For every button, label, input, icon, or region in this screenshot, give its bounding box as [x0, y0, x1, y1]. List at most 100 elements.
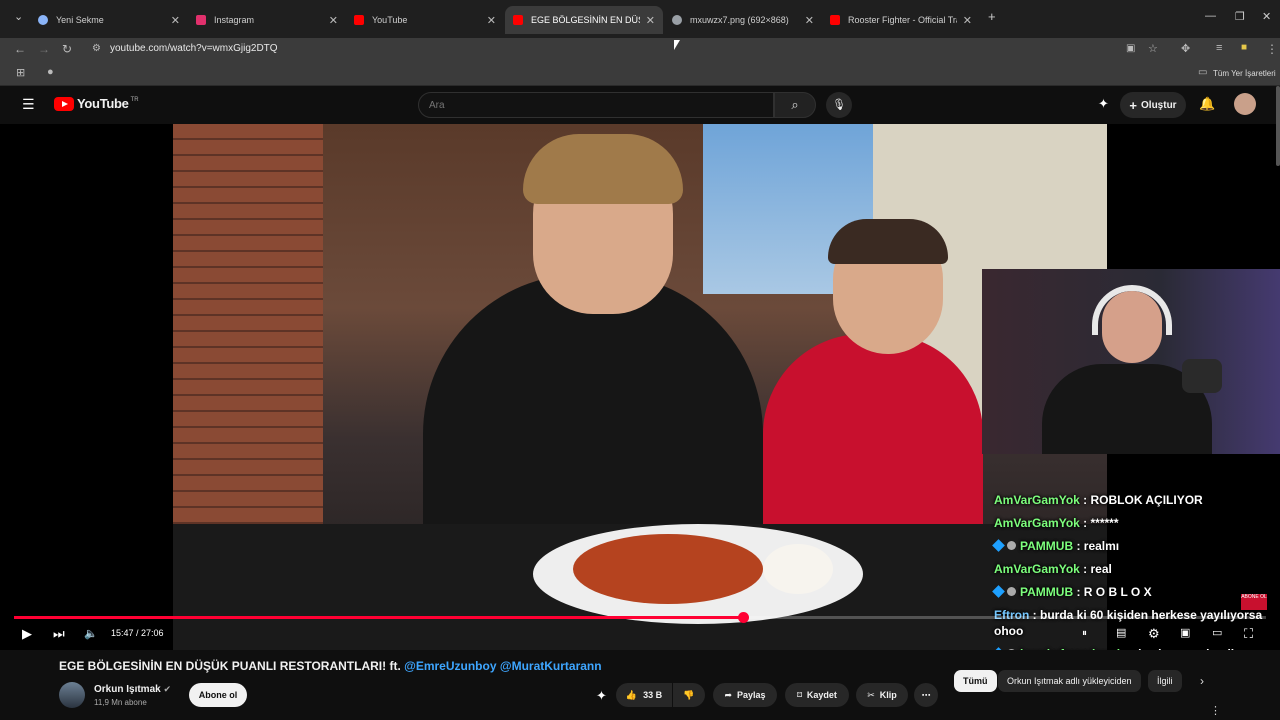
fullscreen-icon[interactable]: ⛶ [1244, 626, 1253, 642]
chat-text: R O B L O X [1083, 585, 1152, 599]
premium-icon[interactable]: ✦ [1098, 96, 1109, 112]
site-info-icon[interactable]: ⚙ [92, 43, 101, 54]
settings-gear-icon[interactable]: ⚙ [1148, 626, 1160, 642]
close-icon[interactable]: ✕ [963, 14, 972, 27]
close-icon[interactable]: ✕ [171, 14, 180, 27]
voice-search-button[interactable]: 🎙 [826, 92, 852, 118]
sparkle-icon[interactable]: ✦ [596, 688, 607, 704]
chat-text: realmı [1083, 539, 1120, 553]
search-button[interactable]: ⌕ [774, 92, 816, 118]
instagram-icon [196, 15, 206, 25]
mention-link[interactable]: @EmreUzunboy [404, 659, 496, 673]
volume-icon[interactable]: 🔈 [84, 627, 98, 640]
chat-username: Eftron [994, 608, 1030, 622]
chip-related[interactable]: İlgili [1148, 670, 1182, 692]
subscribe-button[interactable]: Abone ol [189, 683, 247, 707]
progress-bar[interactable] [14, 612, 1266, 623]
channel-name[interactable]: Orkun Işıtmak ✔ [94, 684, 171, 695]
theater-mode-icon[interactable]: ▭ [1212, 626, 1222, 639]
minimize-icon[interactable]: — [1205, 10, 1216, 22]
subscriber-count: 11,9 Mn abone [94, 698, 147, 707]
more-actions-button[interactable]: ⋯ [914, 683, 938, 707]
back-arrow-icon[interactable]: ← [14, 42, 26, 56]
bookmark-star-icon[interactable]: ☆ [1148, 42, 1158, 55]
mention-link[interactable]: @MuratKurtarann [500, 659, 602, 673]
close-icon[interactable]: ✕ [805, 14, 814, 27]
tab-search-icon[interactable]: ⌄ [14, 10, 23, 23]
miniplayer-icon[interactable]: ▣ [1180, 626, 1190, 639]
chip-uploader[interactable]: Orkun Işıtmak adlı yükleyiciden [998, 670, 1141, 692]
globe-icon[interactable]: ● [47, 66, 54, 78]
chat-username: PAMMUB [1020, 585, 1074, 599]
thumbs-down-icon: 👎 [683, 689, 695, 700]
maximize-icon[interactable]: ❐ [1235, 10, 1245, 23]
chevron-right-icon[interactable]: › [1200, 674, 1204, 688]
hamburger-menu-icon[interactable]: ☰ [22, 96, 35, 113]
youtube-icon [354, 15, 364, 25]
more-dots-icon[interactable]: ⋮ [1210, 704, 1221, 717]
next-icon[interactable]: ⏭ [53, 626, 65, 642]
youtube-logo[interactable]: YouTube TR [54, 96, 139, 111]
scissors-icon: ✂ [867, 689, 875, 700]
create-button[interactable]: + Oluştur [1120, 92, 1186, 118]
tab-youtube[interactable]: YouTube ✕ [346, 6, 504, 34]
extensions-icon[interactable]: ✥ [1181, 42, 1190, 55]
play-icon[interactable]: ▶ [22, 626, 32, 642]
tab-rooster-fighter[interactable]: Rooster Fighter - Official Trailer ✕ [822, 6, 980, 34]
tab-instagram[interactable]: Instagram ✕ [188, 6, 346, 34]
close-icon[interactable]: ✕ [487, 14, 496, 27]
page-scrollbar[interactable] [1276, 86, 1280, 166]
chip-all[interactable]: Tümü [954, 670, 997, 692]
folder-icon: ▭ [1198, 67, 1208, 78]
forward-arrow-icon[interactable]: → [38, 42, 50, 56]
share-arrow-icon: ➦ [724, 689, 732, 700]
install-app-icon[interactable]: ▣ [1126, 43, 1135, 54]
close-icon[interactable]: ✕ [329, 14, 338, 27]
browser-tab-bar: ⌄ Yeni Sekme ✕ Instagram ✕ YouTube ✕ EGE… [0, 0, 1280, 38]
subtitles-icon[interactable]: ▤ [1116, 626, 1126, 639]
video-player[interactable]: AmVarGamYok : ROBLOK AÇILIYOR AmVarGamYok… [0, 124, 1280, 650]
scrubber-handle[interactable] [738, 612, 749, 623]
tab-new-tab[interactable]: Yeni Sekme ✕ [30, 6, 188, 34]
tab-current-video[interactable]: EGE BÖLGESİNİN EN DÜŞÜK PU ✕ [505, 6, 663, 34]
chrome-icon [38, 15, 48, 25]
verified-check-icon: ✔ [163, 684, 172, 694]
youtube-header: ☰ YouTube TR ⌕ 🎙 ✦ + Oluştur 🔔 [0, 86, 1280, 124]
plus-icon: + [1129, 97, 1138, 113]
autoplay-toggle[interactable]: ⏸ [1082, 628, 1087, 639]
video-info: EGE BÖLGESİNİN EN DÜŞÜK PUANLI RESTORANT… [0, 650, 1280, 720]
dislike-button[interactable]: 👎 [673, 683, 705, 707]
chat-message: AmVarGamYok : ****** [994, 516, 1119, 530]
progress-fill [14, 616, 743, 619]
window-close-icon[interactable]: ✕ [1262, 10, 1271, 23]
extension-icon[interactable]: ■ [1241, 42, 1247, 53]
media-controls-icon[interactable]: ≡ [1216, 42, 1222, 54]
channel-avatar[interactable] [59, 682, 85, 708]
close-icon[interactable]: ✕ [646, 14, 655, 27]
new-tab-plus-icon[interactable]: + [988, 9, 996, 24]
all-bookmarks-link[interactable]: Tüm Yer İşaretleri [1213, 69, 1276, 78]
user-avatar[interactable] [1234, 93, 1256, 115]
reload-icon[interactable]: ↻ [62, 42, 72, 56]
chat-badge-icon [992, 539, 1005, 552]
video-frame [173, 124, 1107, 650]
notifications-bell-icon[interactable]: 🔔 [1199, 96, 1215, 112]
bookmark-icon: ⌑ [797, 689, 802, 700]
chat-badge-icon [1007, 587, 1016, 596]
time-display: 15:47 / 27:06 [111, 628, 164, 638]
chat-username: AmVarGamYok [994, 493, 1080, 507]
chat-message: PAMMUB : realmı [992, 538, 1280, 554]
tab-image[interactable]: mxuwzx7.png (692×868) ✕ [664, 6, 822, 34]
save-button[interactable]: ⌑ Kaydet [785, 683, 849, 707]
like-button[interactable]: 👍 33 B [616, 683, 672, 707]
search-input[interactable] [418, 92, 774, 118]
chat-username: PAMMUB [1020, 539, 1074, 553]
clip-button[interactable]: ✂ Klip [856, 683, 908, 707]
url-field[interactable]: youtube.com/watch?v=wmxGjig2DTQ [110, 43, 278, 54]
share-button[interactable]: ➦ Paylaş [713, 683, 777, 707]
chat-badge-icon [992, 585, 1005, 598]
mouse-cursor [674, 40, 680, 50]
chat-text: ROBLOK AÇILIYOR [1090, 493, 1203, 507]
apps-grid-icon[interactable]: ⊞ [16, 66, 25, 79]
browser-menu-icon[interactable]: ⋮ [1266, 42, 1278, 56]
